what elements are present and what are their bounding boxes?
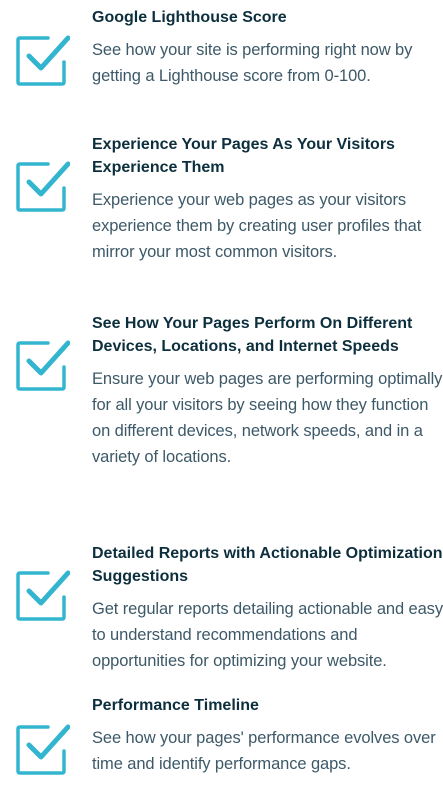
checkbox-check-icon bbox=[14, 158, 70, 214]
feature-description: See how your site is performing right no… bbox=[92, 41, 413, 85]
feature-title: See How Your Pages Perform On Different … bbox=[92, 315, 413, 355]
checkbox-check-icon bbox=[14, 721, 70, 777]
feature-description: See how your pages' performance evolves … bbox=[92, 729, 436, 773]
checkbox-check-icon bbox=[14, 337, 70, 393]
checkbox-check-icon bbox=[14, 567, 70, 623]
feature-description: Ensure your web pages are performing opt… bbox=[92, 370, 443, 466]
feature-description: Experience your web pages as your visito… bbox=[92, 191, 422, 261]
feature-description: Get regular reports detailing actionable… bbox=[92, 600, 443, 670]
feature-title: Detailed Reports with Actionable Optimiz… bbox=[92, 545, 443, 585]
feature-title: Google Lighthouse Score bbox=[92, 9, 287, 26]
feature-title: Experience Your Pages As Your Visitors E… bbox=[92, 136, 395, 176]
feature-title: Performance Timeline bbox=[92, 697, 259, 714]
checkbox-check-icon bbox=[14, 32, 70, 88]
